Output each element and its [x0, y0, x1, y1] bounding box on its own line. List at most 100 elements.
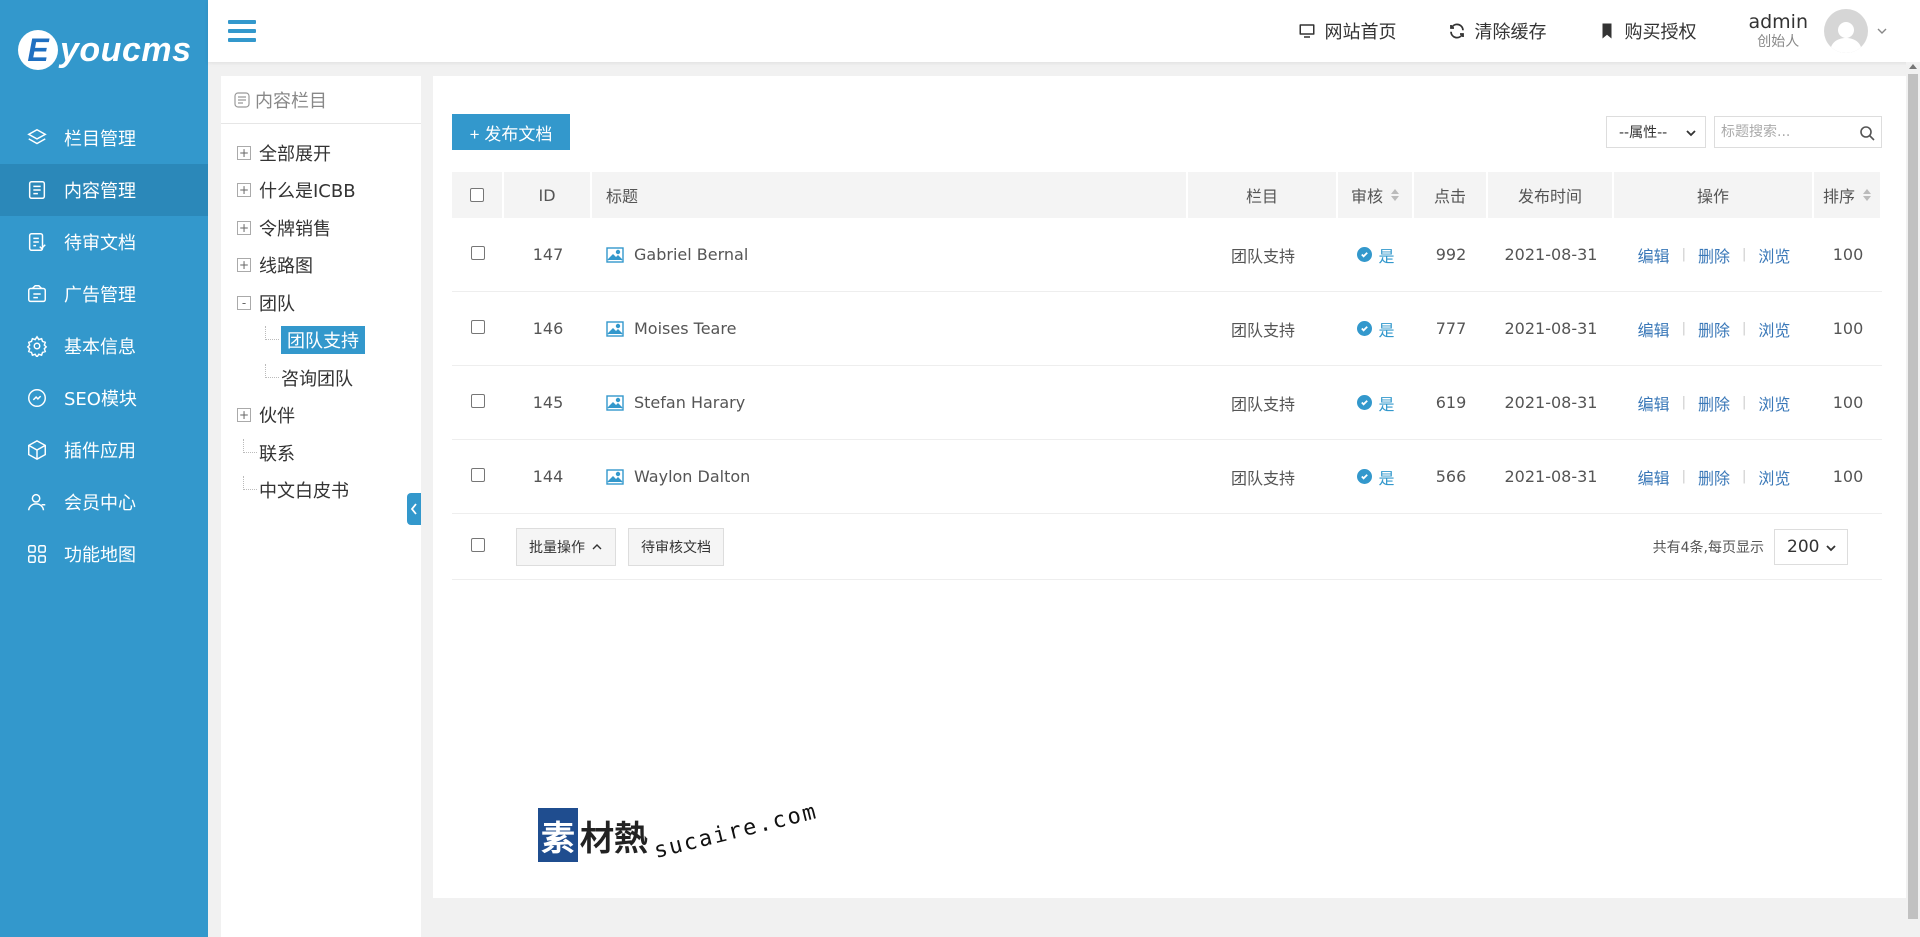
view-link[interactable]: 浏览: [1758, 317, 1790, 341]
row-sort[interactable]: 100: [1814, 319, 1882, 338]
delete-link[interactable]: 删除: [1698, 317, 1730, 341]
logo[interactable]: E youcms: [0, 0, 208, 100]
header-audit[interactable]: 审核: [1338, 172, 1414, 218]
row-checkbox[interactable]: [471, 468, 485, 482]
edit-link[interactable]: 编辑: [1638, 317, 1670, 341]
row-sort[interactable]: 100: [1814, 245, 1882, 264]
tree-node-label[interactable]: 令牌销售: [259, 215, 331, 241]
row-audit-cell[interactable]: 是: [1338, 243, 1414, 267]
separator: |: [1742, 469, 1747, 484]
image-icon: [606, 468, 624, 485]
expand-icon[interactable]: +: [237, 408, 251, 423]
select-all-checkbox[interactable]: [470, 188, 484, 202]
title-search-input[interactable]: [1721, 124, 1857, 140]
search-icon[interactable]: [1859, 125, 1875, 141]
user-icon: [28, 493, 46, 511]
page-scrollbar[interactable]: [1906, 62, 1920, 937]
row-audit-cell[interactable]: 是: [1338, 317, 1414, 341]
tree-node-child[interactable]: 咨询团队: [221, 359, 421, 397]
sidebar-item-map[interactable]: 功能地图: [0, 528, 208, 580]
tree-node[interactable]: - 团队: [221, 284, 421, 322]
sidebar-item-columns[interactable]: 栏目管理: [0, 112, 208, 164]
delete-link[interactable]: 删除: [1698, 465, 1730, 489]
tree-node[interactable]: + 全部展开: [221, 134, 421, 172]
cube-icon: [28, 439, 46, 461]
chevron-down-icon[interactable]: [1876, 25, 1888, 37]
row-title-link[interactable]: Gabriel Bernal: [634, 245, 748, 264]
sort-icon[interactable]: [1391, 189, 1399, 201]
row-checkbox[interactable]: [471, 394, 485, 408]
tree-node-label[interactable]: 咨询团队: [281, 365, 353, 391]
sidebar-item-pending[interactable]: 待审文档: [0, 216, 208, 268]
edit-link[interactable]: 编辑: [1638, 243, 1670, 267]
footer-select-all-checkbox[interactable]: [471, 538, 485, 552]
sort-icon[interactable]: [1863, 189, 1871, 201]
tree-node-label[interactable]: 联系: [259, 440, 295, 466]
logo-mark: E: [18, 30, 58, 70]
scroll-thumb[interactable]: [1908, 74, 1918, 919]
sidebar-item-plugins[interactable]: 插件应用: [0, 424, 208, 476]
attribute-select[interactable]: --属性--: [1606, 116, 1706, 148]
scroll-up-arrow[interactable]: [1909, 64, 1917, 69]
tree-node-label[interactable]: 中文白皮书: [259, 477, 349, 503]
menu-toggle-icon[interactable]: [228, 20, 256, 42]
sidebar-item-content[interactable]: 内容管理: [0, 164, 208, 216]
tree-node-label[interactable]: 什么是ICBB: [259, 177, 356, 203]
tree-node-label[interactable]: 伙伴: [259, 402, 295, 428]
avatar[interactable]: [1824, 9, 1868, 53]
sidebar-item-members[interactable]: 会员中心: [0, 476, 208, 528]
row-sort[interactable]: 100: [1814, 467, 1882, 486]
batch-action-button[interactable]: 批量操作: [516, 527, 616, 566]
row-audit-cell[interactable]: 是: [1338, 391, 1414, 415]
row-checkbox[interactable]: [471, 246, 485, 260]
row-title-link[interactable]: Stefan Harary: [634, 393, 745, 412]
expand-icon[interactable]: +: [237, 183, 251, 198]
delete-link[interactable]: 删除: [1698, 243, 1730, 267]
tree-node[interactable]: + 伙伴: [221, 397, 421, 435]
collapse-tree-button[interactable]: [407, 493, 421, 525]
tree-node[interactable]: 联系: [221, 434, 421, 472]
tree-node[interactable]: 中文白皮书: [221, 472, 421, 510]
view-link[interactable]: 浏览: [1758, 391, 1790, 415]
sidebar-item-basic-info[interactable]: 基本信息: [0, 320, 208, 372]
sidebar-item-seo[interactable]: SEO模块: [0, 372, 208, 424]
tree-node[interactable]: + 什么是ICBB: [221, 172, 421, 210]
tree-node[interactable]: + 线路图: [221, 247, 421, 285]
buy-license-link[interactable]: 购买授权: [1598, 18, 1696, 44]
expand-icon[interactable]: +: [237, 258, 251, 273]
tree-node-label[interactable]: 全部展开: [259, 140, 331, 166]
expand-icon[interactable]: +: [237, 145, 251, 160]
header-sort[interactable]: 排序: [1814, 172, 1882, 218]
row-title-link[interactable]: Moises Teare: [634, 319, 736, 338]
row-audit-cell[interactable]: 是: [1338, 465, 1414, 489]
avatar-person-icon: [1830, 22, 1862, 53]
tree-node[interactable]: + 令牌销售: [221, 209, 421, 247]
edit-link[interactable]: 编辑: [1638, 465, 1670, 489]
chevron-left-icon: [410, 503, 417, 515]
image-icon: [606, 394, 624, 411]
sidebar-item-ads[interactable]: 广告管理: [0, 268, 208, 320]
delete-link[interactable]: 删除: [1698, 391, 1730, 415]
edit-link[interactable]: 编辑: [1638, 391, 1670, 415]
tree-node-label-selected[interactable]: 团队支持: [281, 326, 365, 355]
user-menu[interactable]: admin 创始人: [1748, 9, 1888, 53]
tree-node-label[interactable]: 团队: [259, 290, 295, 316]
sidebar-item-label: SEO模块: [64, 389, 137, 410]
tree-node-label[interactable]: 线路图: [259, 252, 313, 278]
view-link[interactable]: 浏览: [1758, 243, 1790, 267]
category-tree: + 全部展开 + 什么是ICBB + 令牌销售 + 线路图 - 团队 团队支持 咨询团队 …: [221, 124, 421, 509]
view-link[interactable]: 浏览: [1758, 465, 1790, 489]
clear-cache-link[interactable]: 清除缓存: [1448, 18, 1546, 44]
row-sort[interactable]: 100: [1814, 393, 1882, 412]
publish-document-button[interactable]: + 发布文档: [452, 114, 570, 150]
site-home-link[interactable]: 网站首页: [1298, 18, 1396, 44]
row-checkbox[interactable]: [471, 320, 485, 334]
pending-docs-button[interactable]: 待审核文档: [628, 527, 724, 566]
row-date: 2021-08-31: [1504, 245, 1598, 264]
expand-icon[interactable]: +: [237, 220, 251, 235]
tree-node-child[interactable]: 团队支持: [221, 322, 421, 360]
table-row: 147 Gabriel Bernal 团队支持 是 992 2021-08-31…: [452, 218, 1882, 292]
collapse-icon[interactable]: -: [237, 295, 251, 310]
page-size-select[interactable]: 200: [1774, 528, 1848, 565]
row-title-link[interactable]: Waylon Dalton: [634, 467, 750, 486]
